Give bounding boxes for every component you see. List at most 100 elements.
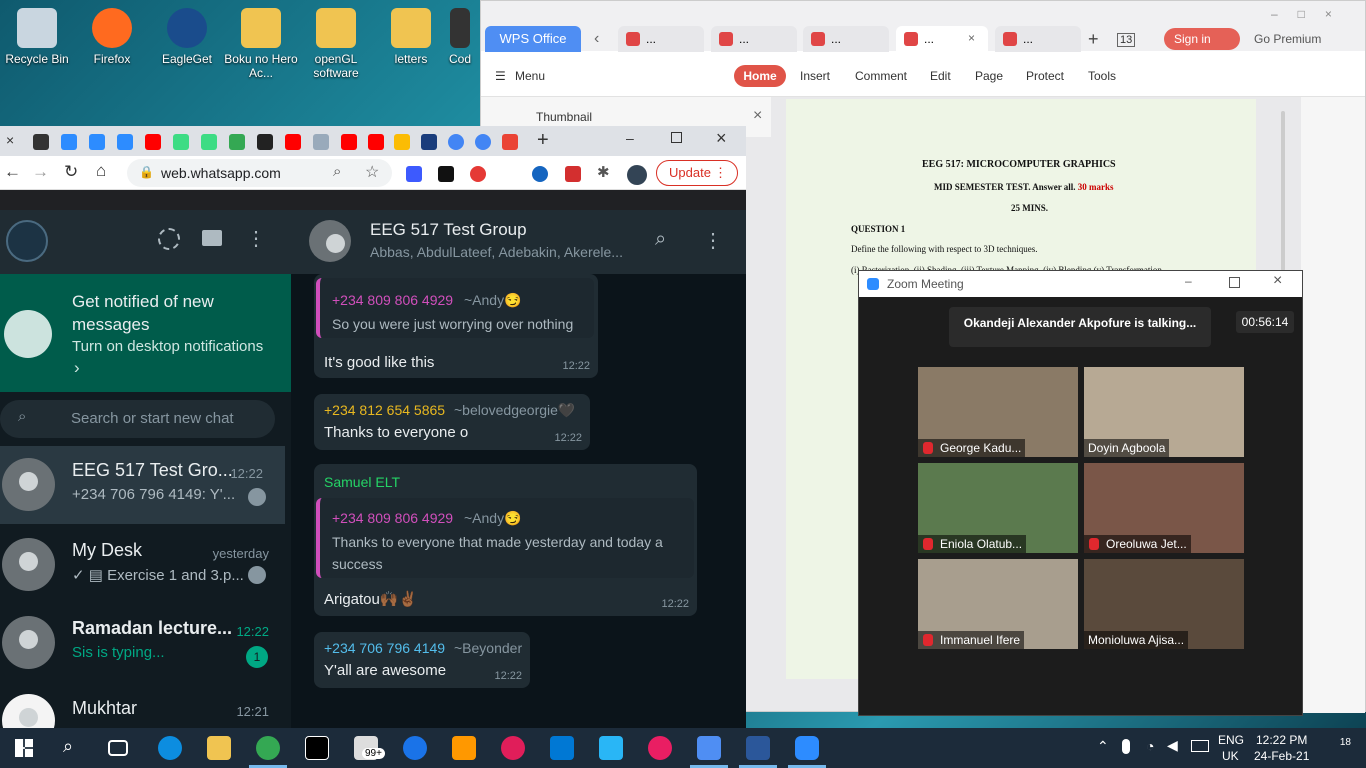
menu-dots-icon[interactable]: ⋮	[703, 228, 723, 253]
edge-icon[interactable]	[158, 736, 182, 760]
new-chat-icon[interactable]	[202, 230, 222, 246]
site-icon[interactable]	[421, 134, 437, 150]
battery-icon[interactable]	[1191, 740, 1209, 752]
sf-icon[interactable]	[257, 134, 273, 150]
tab-tools[interactable]: Tools	[1088, 69, 1116, 83]
language-indicator[interactable]: ENG	[1218, 733, 1244, 747]
extension-icon[interactable]	[438, 166, 454, 182]
menu-icon[interactable]: ☰	[495, 69, 506, 83]
github-icon[interactable]	[33, 134, 49, 150]
maximize-icon[interactable]	[671, 132, 682, 143]
zoom-icon[interactable]	[795, 736, 819, 760]
vscode-icon[interactable]	[550, 736, 574, 760]
zoom-icon[interactable]	[61, 134, 77, 150]
notification-banner[interactable]: Get notified of new messages Turn on des…	[0, 274, 291, 392]
app-icon[interactable]	[403, 736, 427, 760]
folder-icon[interactable]: Boku no Hero Ac...	[224, 8, 298, 80]
search-icon[interactable]: ⌕	[655, 228, 666, 251]
recycle-bin-icon[interactable]: Recycle Bin	[0, 8, 74, 66]
youtube-icon[interactable]	[285, 134, 301, 150]
file-explorer-icon[interactable]	[207, 736, 231, 760]
window-controls[interactable]: –□×	[1271, 7, 1352, 21]
volume-icon[interactable]: ◀	[1167, 737, 1178, 754]
reload-icon[interactable]: ↻	[64, 162, 78, 182]
new-tab-icon[interactable]: +	[537, 129, 549, 152]
folder-icon[interactable]: letters	[374, 8, 448, 66]
quoted-message[interactable]: +234 809 806 4929 ~Andy😏 Thanks to every…	[316, 498, 694, 578]
folder-icon[interactable]: openGL software	[299, 8, 373, 80]
message-sender[interactable]: +234 706 796 4149	[324, 640, 445, 656]
chat-item[interactable]: Ramadan lecture... 12:22 Sis is typing..…	[0, 604, 291, 682]
tab-page[interactable]: Page	[975, 69, 1003, 83]
quoted-message[interactable]: +234 809 806 4929 ~Andy😏 So you were jus…	[316, 278, 594, 338]
android-icon[interactable]	[201, 134, 217, 150]
code-icon[interactable]: Cod	[440, 8, 480, 66]
windows-start-icon[interactable]	[15, 739, 33, 757]
tab-edit[interactable]: Edit	[930, 69, 951, 83]
wps-icon[interactable]	[697, 736, 721, 760]
doc-tab[interactable]: ...	[618, 26, 704, 52]
chat-item[interactable]: My Desk yesterday ✓ ▤ Exercise 1 and 3.p…	[0, 526, 291, 604]
close-icon[interactable]: ×	[968, 31, 975, 45]
status-icon[interactable]	[158, 228, 180, 250]
zoom-lens-icon[interactable]: ⌕	[333, 163, 341, 180]
gmail-icon[interactable]	[502, 134, 518, 150]
word-icon[interactable]	[746, 736, 770, 760]
update-button[interactable]: Update ⋮	[656, 160, 738, 186]
search-icon[interactable]: ⌕	[63, 736, 73, 757]
doc-tab[interactable]: ...	[995, 26, 1081, 52]
tab-count[interactable]: 13	[1117, 33, 1136, 47]
site-icon[interactable]	[313, 134, 329, 150]
intellij-icon[interactable]	[305, 736, 329, 760]
close-icon[interactable]: ×	[716, 128, 727, 149]
clock-time[interactable]: 12:22 PM	[1256, 733, 1307, 747]
media-player-icon[interactable]	[648, 736, 672, 760]
minimize-icon[interactable]: –	[1185, 274, 1192, 288]
doc-tab[interactable]: ...	[711, 26, 797, 52]
menu-dots-icon[interactable]: ⋮	[246, 226, 266, 251]
microphone-icon[interactable]	[1122, 739, 1130, 754]
tab-comment[interactable]: Comment	[855, 69, 907, 83]
maximize-icon[interactable]	[1229, 277, 1240, 288]
doc-tab[interactable]: ...	[803, 26, 889, 52]
avatar[interactable]	[6, 220, 48, 262]
bookmark-star-icon[interactable]: ☆	[365, 162, 379, 182]
clock-date[interactable]: 24-Feb-21	[1254, 749, 1309, 763]
chevron-up-icon[interactable]: ⌃	[1097, 738, 1109, 755]
tab-protect[interactable]: Protect	[1026, 69, 1064, 83]
notification-center[interactable]: 18	[1327, 737, 1351, 757]
task-view-icon[interactable]	[108, 740, 128, 756]
conversation-header[interactable]: EEG 517 Test Group Abbas, AbdulLateef, A…	[291, 210, 746, 274]
extension-icon[interactable]	[565, 166, 581, 182]
chrome-icon[interactable]	[256, 736, 280, 760]
home-icon[interactable]: ⌂	[96, 161, 106, 181]
minimize-icon[interactable]: –	[626, 130, 634, 146]
scrollbar[interactable]	[1281, 111, 1285, 271]
firefox-icon[interactable]: Firefox	[75, 8, 149, 66]
participant-video[interactable]: Doyin Agboola	[1084, 367, 1244, 457]
sign-in-button[interactable]: Sign in	[1164, 28, 1240, 50]
sublime-icon[interactable]	[452, 736, 476, 760]
search-input[interactable]: ⌕ Search or start new chat	[0, 400, 275, 438]
message-sender[interactable]: +234 812 654 5865	[324, 402, 445, 418]
message-sender[interactable]: Samuel ELT	[324, 474, 400, 490]
google-icon[interactable]	[475, 134, 491, 150]
slack-icon[interactable]	[501, 736, 525, 760]
extension-icon[interactable]	[406, 166, 422, 182]
close-icon[interactable]: ×	[6, 132, 14, 148]
android-icon[interactable]	[173, 134, 189, 150]
wps-office-tab[interactable]: WPS Office	[485, 26, 581, 52]
participant-video[interactable]: Monioluwa Ajisa...	[1084, 559, 1244, 649]
youtube-icon[interactable]	[341, 134, 357, 150]
zoom-icon[interactable]	[117, 134, 133, 150]
puzzle-icon[interactable]: ✱	[597, 163, 610, 181]
google-icon[interactable]	[448, 134, 464, 150]
participant-video[interactable]: Eniola Olatub...	[918, 463, 1078, 553]
back-icon[interactable]: ←	[4, 162, 21, 182]
classroom-icon[interactable]	[229, 134, 245, 150]
app-icon[interactable]	[599, 736, 623, 760]
chat-item[interactable]: Mukhtar 12:21	[0, 682, 291, 728]
eagleget-icon[interactable]: EagleGet	[150, 8, 224, 66]
close-icon[interactable]: ×	[1273, 272, 1282, 290]
participant-video[interactable]: George Kadu...	[918, 367, 1078, 457]
